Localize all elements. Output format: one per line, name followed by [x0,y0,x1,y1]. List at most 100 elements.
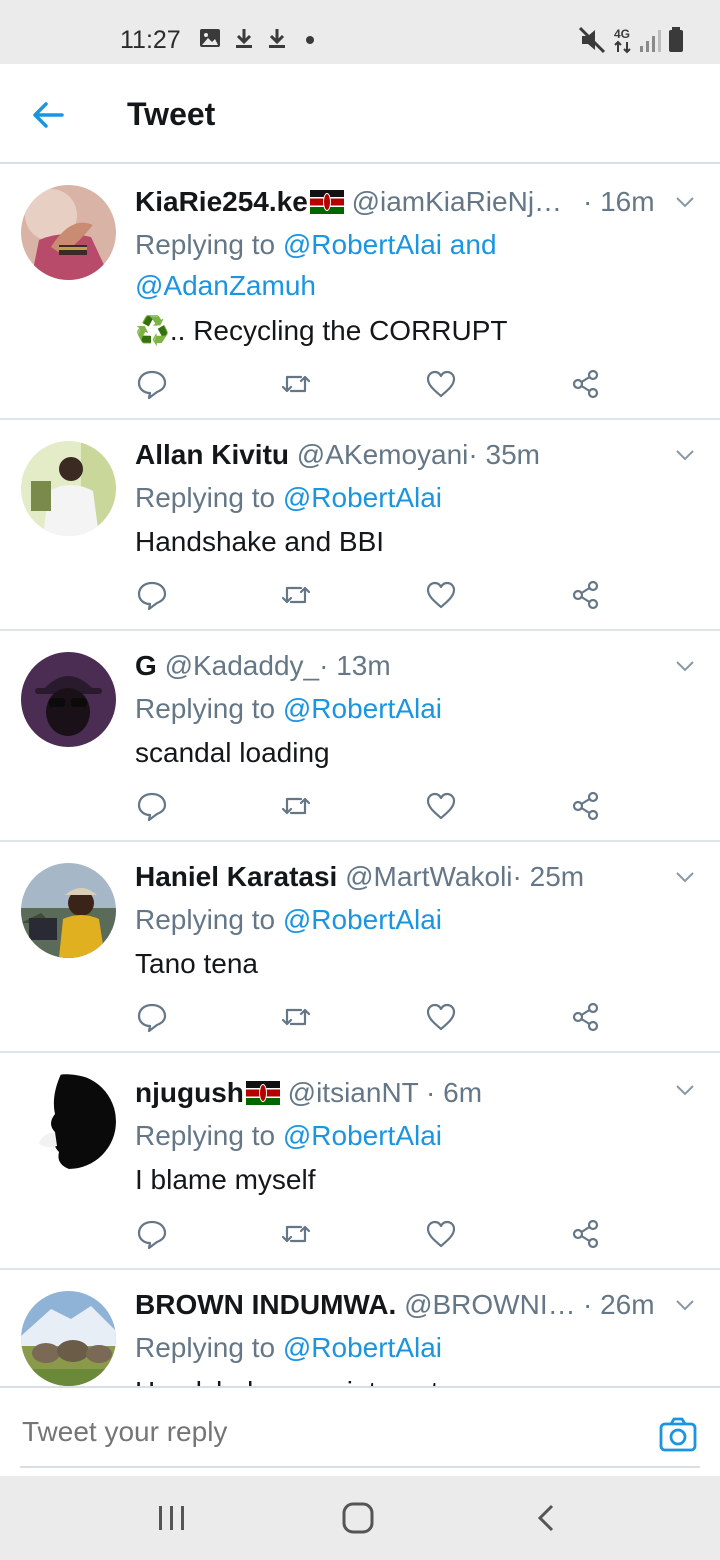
tweet-text: ♻️.. Recycling the CORRUPT [135,312,695,350]
camera-icon[interactable] [658,1414,698,1454]
battery-icon [669,27,683,52]
tweet[interactable]: njugush @itsianNT · 6m Replying to @Robe… [0,1053,720,1270]
signal-icon [640,30,661,52]
replying-to: Replying to @RobertAlai [135,899,695,940]
replying-to-label: Replying to [135,1120,276,1151]
like-icon[interactable] [424,578,458,612]
status-bar: 11:27 4G [0,0,720,64]
reply-feed[interactable]: KiaRie254.ke @iamKiaRieNj… · 16m Replyin… [0,164,720,1386]
reply-icon[interactable] [135,367,169,401]
replying-to: Replying to @RobertAlai [135,688,695,729]
home-icon[interactable] [338,1500,378,1536]
like-icon[interactable] [424,1000,458,1034]
chevron-down-icon[interactable] [673,654,697,678]
kenya-flag-icon [245,1081,280,1105]
top-app-bar: Tweet [0,64,720,164]
tweet-actions [135,789,615,823]
author-handle: @itsianNT [287,1077,419,1108]
tweet-time: · 25m [512,861,585,892]
tweet[interactable]: Haniel Karatasi @MartWakoli· 25m Replyin… [0,842,720,1053]
tweet-text: scandal loading [135,737,330,768]
author-name[interactable]: Haniel Karatasi [135,861,337,892]
avatar[interactable] [21,185,116,280]
mute-icon [578,26,606,54]
tweet[interactable]: BROWN INDUMWA. @BROWNI… · 26m Replying t… [0,1270,720,1386]
share-icon[interactable] [569,789,603,823]
like-icon[interactable] [424,367,458,401]
mention-link[interactable]: @RobertAlai [283,904,442,935]
chevron-down-icon[interactable] [673,1293,697,1317]
author-name[interactable]: G [135,650,157,681]
tweet[interactable]: Allan Kivitu @AKemoyani· 35m Replying to… [0,420,720,631]
retweet-icon[interactable] [279,789,313,823]
download-icon [236,29,252,48]
share-icon[interactable] [569,1000,603,1034]
tweet-text: Handshake appointment [135,1373,695,1386]
tweet-header: KiaRie254.ke @iamKiaRieNj… [135,183,575,221]
mention-link[interactable]: @RobertAlai [283,1120,442,1151]
tweet-text: Handshake and BBI [135,526,385,557]
reply-icon[interactable] [135,1000,169,1034]
author-name[interactable]: KiaRie254.ke [135,186,308,217]
4g-icon: 4G [614,27,631,54]
author-name[interactable]: njugush [135,1077,244,1108]
replying-to: Replying to @RobertAlai and @AdanZamuh [135,224,695,306]
arrow-left-icon [33,102,64,128]
recent-apps-icon[interactable] [152,1500,192,1536]
image-icon [200,29,220,47]
retweet-icon[interactable] [279,1217,313,1251]
mention-link[interactable]: @RobertAlai [283,693,442,724]
retweet-icon[interactable] [279,578,313,612]
chevron-down-icon[interactable] [673,190,697,214]
tweet-header: BROWN INDUMWA. @BROWNI… [135,1286,575,1324]
share-icon[interactable] [569,367,603,401]
tweet-time: · 26m [583,1289,655,1320]
avatar[interactable] [21,1074,116,1169]
tweet-header: njugush @itsianNT · 6m [135,1074,675,1112]
avatar[interactable] [21,863,116,958]
tweet-actions [135,578,615,612]
avatar[interactable] [21,441,116,536]
tweet-header: G @Kadaddy_· 13m [135,647,675,685]
avatar[interactable] [21,1291,116,1386]
tweet-time: · 13m [319,650,391,681]
mention-link[interactable]: @RobertAlai and [283,229,497,260]
tweet-header: Haniel Karatasi @MartWakoli· 25m [135,858,675,896]
download-icon [269,29,285,48]
mention-link[interactable]: @RobertAlai [283,1332,442,1363]
retweet-icon[interactable] [279,1000,313,1034]
reply-icon[interactable] [135,789,169,823]
replying-to-label: Replying to [135,693,276,724]
mention-link[interactable]: @AdanZamuh [135,270,316,301]
tweet-body: .. Recycling the CORRUPT [169,315,508,346]
share-icon[interactable] [569,1217,603,1251]
back-icon[interactable] [526,1500,566,1536]
like-icon[interactable] [424,1217,458,1251]
tweet[interactable]: G @Kadaddy_· 13m Replying to @RobertAlai… [0,631,720,842]
tweet-time: · 6m [426,1077,483,1108]
tweet-text: I blame myself [135,1164,316,1195]
chevron-down-icon[interactable] [673,1078,697,1102]
reply-input[interactable] [22,1414,622,1450]
status-time: 11:27 [120,26,181,54]
replying-to: Replying to @RobertAlai [135,1115,695,1156]
chevron-down-icon[interactable] [673,865,697,889]
share-icon[interactable] [569,578,603,612]
author-name[interactable]: BROWN INDUMWA. [135,1289,396,1320]
back-button[interactable] [24,90,74,140]
avatar[interactable] [21,652,116,747]
like-icon[interactable] [424,789,458,823]
author-name[interactable]: Allan Kivitu [135,439,289,470]
replying-to-label: Replying to [135,482,276,513]
replying-to-label: Replying to [135,229,276,260]
mention-link[interactable]: @RobertAlai [283,482,442,513]
retweet-icon[interactable] [279,367,313,401]
chevron-down-icon[interactable] [673,443,697,467]
reply-icon[interactable] [135,1217,169,1251]
tweet[interactable]: KiaRie254.ke @iamKiaRieNj… · 16m Replyin… [0,164,720,420]
tweet-actions [135,1000,615,1034]
replying-to: Replying to @RobertAlai [135,1327,695,1368]
reply-icon[interactable] [135,578,169,612]
svg-text:4G: 4G [614,27,630,41]
tweet-text: Tano tena [135,948,258,979]
